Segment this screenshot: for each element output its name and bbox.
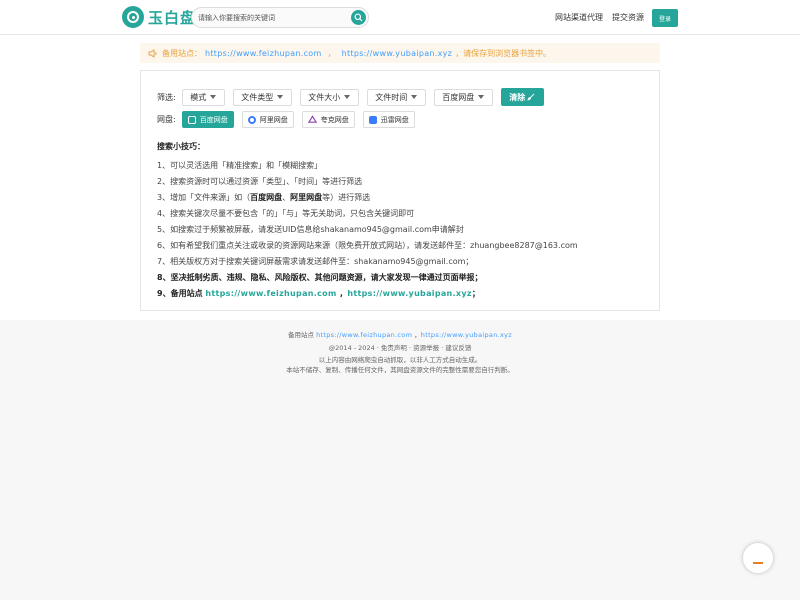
search-box (191, 7, 369, 28)
filter-filetype-dropdown[interactable]: 文件类型 (232, 88, 292, 106)
tip-2: 2、搜索资源时可以通过资源「类型」、「时间」等进行筛选 (157, 177, 363, 186)
tab-aliyun-label: 阿里网盘 (259, 115, 288, 124)
footer-link-feizhupan[interactable]: https://www.feizhupan.com (316, 331, 412, 339)
tab-xunlei[interactable]: 迅雷网盘 (362, 111, 415, 128)
quark-pan-icon (307, 115, 317, 123)
footer: 备用站点 https://www.feizhupan.com ，https://… (0, 320, 800, 600)
tip-9-suffix: ； (471, 289, 480, 298)
notice-suffix: ，请保存到浏览器书签中。 (455, 48, 552, 58)
header: 玉白盘 网站渠道代理 提交资源 登录 (0, 0, 800, 35)
tip-3-baidu: 百度网盘 (250, 193, 283, 202)
notice-separator: ， (327, 48, 336, 58)
netdisk-label: 网盘: (157, 115, 176, 124)
tip-1: 1、可以灵活选用「精准搜索」和「模糊搜索」 (157, 161, 323, 170)
login-button[interactable]: 登录 (652, 9, 678, 27)
logo[interactable]: 玉白盘 (122, 6, 196, 28)
back-to-top-icon (753, 562, 763, 564)
tip-3-prefix: 3、增加「文件来源」如（ (157, 193, 251, 202)
tip-4: 4、搜索关键次尽量不要包含「的」「与」等无关助词，只包含关键词即可 (157, 209, 415, 218)
tip-9-link-yubaipan[interactable]: https://www.yubaipan.xyz (347, 289, 471, 298)
filter-netdisk-dropdown[interactable]: 百度网盘 (433, 88, 493, 106)
brush-icon (527, 93, 535, 101)
logo-disc-icon (122, 6, 144, 28)
tab-quark-label: 夸克网盘 (320, 115, 349, 124)
tip-7: 7、相关版权方对于搜索关键词屏蔽需求请发送邮件至：shakanamo945@gm… (157, 257, 474, 266)
clear-button-label: 清除 (509, 92, 526, 102)
notice-link-feizhupan[interactable]: https://www.feizhupan.com (205, 49, 322, 58)
footer-disclaimer-1: 以上内容由网络爬虫自动抓取，以非人工方式自动生成。 (318, 356, 482, 364)
filter-filesize-label: 文件大小 (308, 92, 341, 102)
search-button[interactable] (351, 10, 366, 25)
nav-channel-agent[interactable]: 网站渠道代理 (555, 12, 603, 23)
tab-aliyun[interactable]: 阿里网盘 (241, 111, 294, 128)
footer-disclaimer-2: 本站不储存、复制、传播任何文件，其网盘资源文件的完整性需要您自行判断。 (286, 366, 514, 374)
notice-prefix: 备用站点： (162, 48, 202, 58)
notice-link-yubaipan[interactable]: https://www.yubaipan.xyz (342, 49, 453, 58)
tip-3-separator: 、 (282, 193, 291, 202)
footer-mirrors: 备用站点 https://www.feizhupan.com ，https://… (0, 329, 800, 339)
filter-label: 筛选: (157, 92, 176, 102)
back-to-top-button[interactable] (743, 543, 773, 573)
filter-netdisk-label: 百度网盘 (442, 92, 475, 102)
footer-link-yubaipan[interactable]: https://www.yubaipan.xyz (421, 331, 512, 339)
filter-filetime-label: 文件时间 (375, 92, 408, 102)
tip-3-aliyun: 阿里网盘 (290, 193, 323, 202)
filter-row: 筛选: 模式 文件类型 文件大小 文件时间 百度网盘 清除 (157, 88, 544, 106)
xunlei-pan-icon (368, 115, 377, 124)
caret-down-icon (210, 95, 217, 99)
tab-quark[interactable]: 夸克网盘 (301, 111, 355, 128)
tip-8: 8、坚决抵制劣质、违规、隐私、风险版权、其他问题资源，请大家发现一律通过页面举报… (157, 273, 483, 282)
tab-baidu[interactable]: 百度网盘 (181, 111, 234, 128)
tip-3-suffix: 等）进行筛选 (322, 193, 371, 202)
tips-title: 搜索小技巧： (157, 142, 205, 151)
tip-9-link-feizhupan[interactable]: https://www.feizhupan.com (205, 289, 336, 298)
filter-mode-dropdown[interactable]: 模式 (181, 88, 225, 106)
filter-filetime-dropdown[interactable]: 文件时间 (366, 88, 426, 106)
tip-9: 9、备用站点 https://www.feizhupan.com ，https:… (157, 286, 578, 302)
filter-mode-label: 模式 (190, 92, 207, 102)
tip-9-prefix: 9、备用站点 (157, 289, 203, 298)
caret-down-icon (411, 95, 418, 99)
search-icon (354, 13, 363, 22)
aliyun-pan-icon (247, 115, 256, 124)
speaker-icon (148, 48, 157, 58)
nav-submit-resource[interactable]: 提交资源 (612, 12, 644, 23)
caret-down-icon (277, 95, 284, 99)
caret-down-icon (478, 95, 485, 99)
baidu-pan-icon (187, 115, 196, 124)
tip-5: 5、如搜索过于频繁被屏蔽，请发送UID信息给shakanamo945@gmail… (157, 225, 464, 234)
filter-filetype-label: 文件类型 (241, 92, 274, 102)
search-input[interactable] (198, 11, 346, 25)
search-tips: 搜索小技巧： 1、可以灵活选用「精准搜索」和「模糊搜索」 2、搜索资源时可以通过… (157, 141, 578, 302)
footer-links[interactable]: @2014 - 2024 · 免责声明 · 资源举报 · 建议反馈 (0, 342, 800, 352)
clear-button[interactable]: 清除 (500, 88, 544, 106)
tip-3: 3、增加「文件来源」如（百度网盘、阿里网盘等）进行筛选 (157, 190, 578, 206)
tab-baidu-label: 百度网盘 (199, 115, 228, 124)
search-panel: 筛选: 模式 文件类型 文件大小 文件时间 百度网盘 清除 网盘: 百度网盘 阿… (140, 70, 660, 311)
caret-down-icon (344, 95, 351, 99)
netdisk-row: 网盘: 百度网盘 阿里网盘 夸克网盘 迅雷网盘 (157, 111, 423, 128)
tip-6: 6、如有希望我们重点关注或收录的资源网站来源（限免费开放式网站），请发送邮件至：… (157, 241, 578, 250)
footer-mirrors-prefix: 备用站点 (288, 331, 314, 339)
tab-xunlei-label: 迅雷网盘 (380, 115, 409, 124)
filter-filesize-dropdown[interactable]: 文件大小 (299, 88, 359, 106)
notice-bar: 备用站点： https://www.feizhupan.com ， https:… (140, 43, 660, 63)
logo-text: 玉白盘 (148, 8, 197, 27)
